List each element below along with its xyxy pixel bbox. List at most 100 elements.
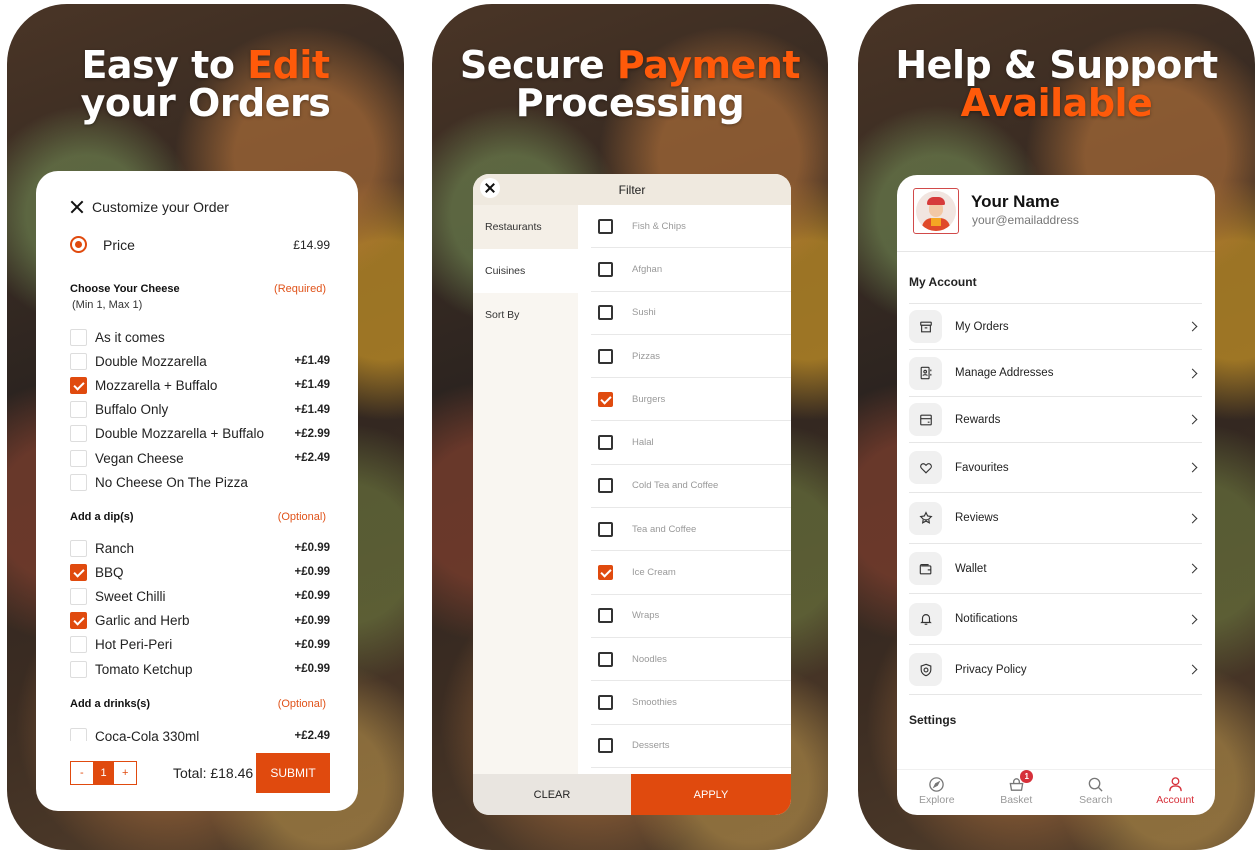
checkbox-checked[interactable] bbox=[70, 612, 87, 630]
checkbox[interactable] bbox=[598, 608, 613, 624]
archive-box-icon-tile bbox=[909, 310, 942, 343]
option-row[interactable]: BBQ +£0.99 bbox=[70, 560, 330, 584]
checkbox[interactable] bbox=[70, 328, 87, 346]
option-row[interactable]: Double Mozzarella + Buffalo +£2.99 bbox=[70, 422, 330, 446]
option-row[interactable]: Ranch +£0.99 bbox=[70, 536, 330, 560]
checkbox[interactable] bbox=[70, 587, 87, 605]
filter-title: Filter bbox=[618, 182, 646, 197]
checkbox[interactable] bbox=[598, 651, 613, 667]
option-row[interactable]: No Cheese On The Pizza bbox=[70, 470, 330, 494]
filter-option-label: Desserts bbox=[632, 740, 670, 752]
clear-button[interactable]: CLEAR bbox=[473, 774, 631, 815]
checkbox[interactable] bbox=[598, 305, 613, 321]
account-menu-item[interactable]: Favourites bbox=[909, 443, 1202, 493]
option-row[interactable]: Sweet Chilli +£0.99 bbox=[70, 584, 330, 608]
account-menu-item[interactable]: Manage Addresses bbox=[909, 350, 1202, 397]
checkbox[interactable] bbox=[70, 352, 87, 370]
checkbox[interactable] bbox=[598, 218, 613, 234]
tab-account[interactable]: Account bbox=[1136, 770, 1216, 815]
submit-button[interactable]: SUBMIT bbox=[256, 753, 330, 793]
filter-option[interactable]: Cold Tea and Coffee bbox=[591, 465, 791, 509]
close-icon[interactable] bbox=[480, 178, 500, 198]
option-price: +£0.99 bbox=[294, 542, 331, 555]
checkbox[interactable] bbox=[598, 738, 613, 754]
filter-option[interactable]: Fish & Chips bbox=[591, 205, 791, 249]
price-value: £14.99 bbox=[293, 237, 330, 252]
checkbox[interactable] bbox=[70, 636, 87, 654]
account-menu-item[interactable]: Privacy Policy bbox=[909, 645, 1202, 695]
apply-button[interactable]: APPLY bbox=[631, 774, 791, 815]
checkbox[interactable] bbox=[598, 348, 613, 364]
option-row[interactable]: Vegan Cheese +£2.49 bbox=[70, 446, 330, 470]
checkbox[interactable] bbox=[70, 425, 87, 443]
checkbox[interactable] bbox=[70, 539, 87, 557]
checkbox[interactable] bbox=[598, 261, 613, 277]
filter-option[interactable]: Smoothies bbox=[591, 681, 791, 725]
headline: Help & Support Available bbox=[858, 46, 1255, 122]
option-row[interactable]: Coca-Cola 330ml +£2.49 bbox=[70, 724, 330, 741]
close-icon[interactable] bbox=[70, 200, 84, 214]
account-menu-item[interactable]: Notifications bbox=[909, 594, 1202, 645]
option-label: Sweet Chilli bbox=[95, 588, 166, 604]
filter-option[interactable]: Wraps bbox=[591, 595, 791, 638]
option-row[interactable]: Garlic and Herb +£0.99 bbox=[70, 609, 330, 633]
checkbox-checked[interactable] bbox=[70, 376, 87, 394]
tab-search[interactable]: Search bbox=[1056, 770, 1136, 815]
filter-tab-restaurants[interactable]: Restaurants bbox=[473, 205, 578, 249]
filter-tab-cuisines[interactable]: Cuisines bbox=[473, 249, 578, 293]
checkbox-checked[interactable] bbox=[598, 565, 613, 581]
option-row[interactable]: Hot Peri-Peri +£0.99 bbox=[70, 633, 330, 657]
filter-option[interactable]: Noodles bbox=[591, 638, 791, 682]
option-label: As it comes bbox=[95, 329, 165, 345]
radio-selected-icon[interactable] bbox=[70, 236, 87, 253]
price-option[interactable]: Price £14.99 bbox=[70, 236, 330, 253]
checkbox[interactable] bbox=[598, 478, 613, 494]
account-menu-item[interactable]: My Orders bbox=[909, 304, 1202, 350]
card-icon bbox=[919, 414, 932, 425]
filter-option[interactable]: Afghan bbox=[591, 248, 791, 292]
filter-option-label: Cold Tea and Coffee bbox=[632, 480, 719, 492]
filter-option[interactable]: Halal bbox=[591, 421, 791, 465]
option-row[interactable]: Mozzarella + Buffalo +£1.49 bbox=[70, 373, 330, 397]
account-menu-item[interactable]: Wallet bbox=[909, 544, 1202, 594]
checkbox[interactable] bbox=[70, 727, 87, 741]
option-price: +£1.49 bbox=[294, 379, 331, 392]
checkbox[interactable] bbox=[70, 660, 87, 678]
option-row[interactable]: Double Mozzarella +£1.49 bbox=[70, 349, 330, 373]
checkbox-checked[interactable] bbox=[598, 391, 613, 407]
avatar[interactable] bbox=[913, 188, 959, 234]
filter-option[interactable]: Sushi bbox=[591, 292, 791, 335]
tab-basket[interactable]: 1 Basket bbox=[977, 770, 1057, 815]
checkbox-checked[interactable] bbox=[70, 563, 87, 581]
quantity-value[interactable]: 1 bbox=[92, 762, 115, 784]
option-row[interactable]: Buffalo Only +£1.49 bbox=[70, 398, 330, 422]
filter-option[interactable]: Tea and Coffee bbox=[591, 508, 791, 552]
account-menu-item[interactable]: Reviews bbox=[909, 493, 1202, 544]
headline-line2: Processing bbox=[515, 81, 745, 125]
filter-option[interactable]: Ice Cream bbox=[591, 551, 791, 595]
profile-header: Your Name your@emailaddress bbox=[897, 175, 1215, 252]
option-row[interactable]: As it comes bbox=[70, 325, 330, 349]
account-menu-item[interactable]: Rewards bbox=[909, 397, 1202, 443]
section-title: Add a drinks(s) bbox=[70, 698, 151, 710]
option-price: +£0.99 bbox=[294, 638, 331, 651]
tab-explore[interactable]: Explore bbox=[897, 770, 977, 815]
checkbox[interactable] bbox=[598, 521, 613, 537]
option-row[interactable]: Tomato Ketchup +£0.99 bbox=[70, 657, 330, 681]
filter-option[interactable]: Burgers bbox=[591, 378, 791, 422]
increment-button[interactable]: + bbox=[114, 762, 137, 784]
chevron-right-icon bbox=[1187, 563, 1198, 574]
chevron-right-icon bbox=[1187, 414, 1198, 425]
filter-option[interactable]: Desserts bbox=[591, 725, 791, 768]
checkbox[interactable] bbox=[598, 435, 613, 451]
filter-option-label: Halal bbox=[632, 437, 654, 449]
headline-line2: your Orders bbox=[80, 81, 331, 125]
filter-tab-sort-by[interactable]: Sort By bbox=[473, 293, 578, 337]
checkbox[interactable] bbox=[598, 694, 613, 710]
checkbox[interactable] bbox=[70, 473, 87, 491]
filter-option[interactable]: Pizzas bbox=[591, 335, 791, 379]
checkbox[interactable] bbox=[70, 449, 87, 467]
checkbox[interactable] bbox=[70, 401, 87, 419]
decrement-button[interactable]: - bbox=[71, 762, 93, 784]
drinks-section-header: Add a drinks(s) (Optional) bbox=[70, 698, 326, 710]
